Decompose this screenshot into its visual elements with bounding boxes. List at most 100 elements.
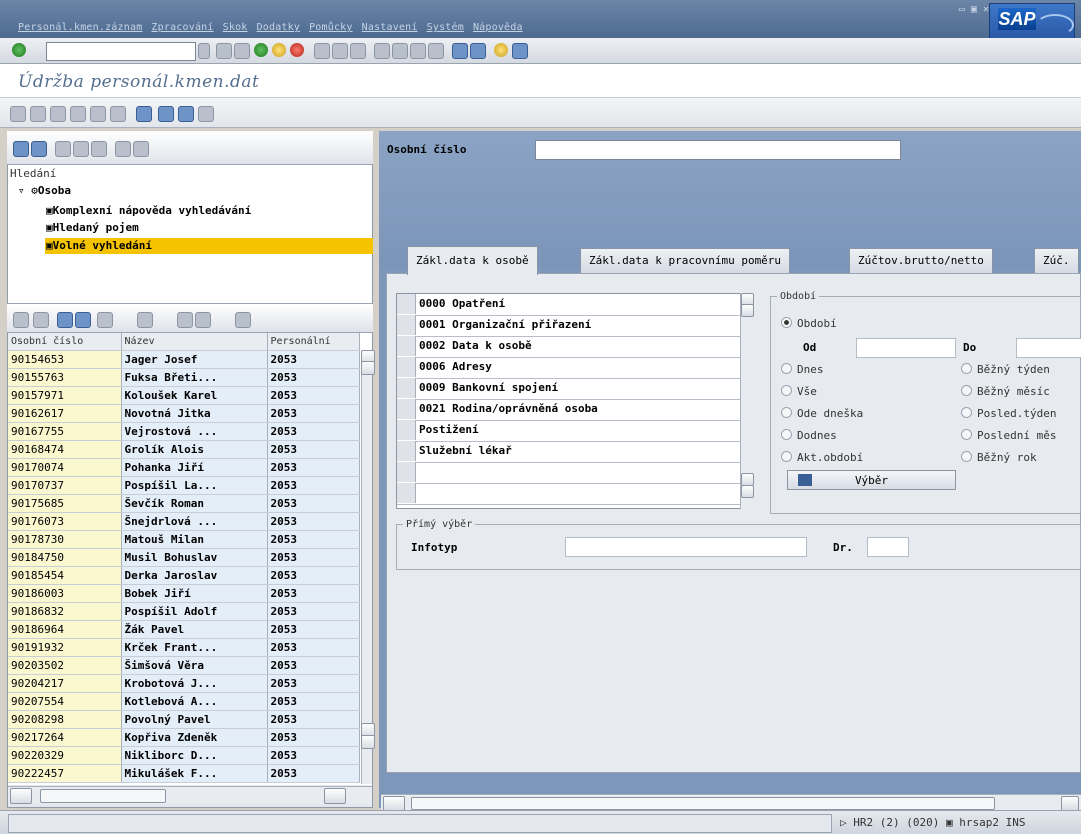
insert-mode[interactable]: INS <box>1006 816 1026 829</box>
cell-personnel-number[interactable]: 90208298 <box>8 710 122 729</box>
radio-right_options-0[interactable]: Běžný týden <box>961 363 1050 376</box>
table-row[interactable]: 90185454 Derka Jaroslav 2053 <box>8 566 360 585</box>
command-field[interactable] <box>46 42 196 61</box>
to-date-input[interactable] <box>1016 338 1081 358</box>
infotype-row[interactable]: 0002 Data k osobě <box>397 336 741 358</box>
tree-item-search-term[interactable]: ▣Hledaný pojem <box>46 220 139 236</box>
cell-personnel-area[interactable]: 2053 <box>267 728 360 747</box>
cell-personnel-area[interactable]: 2053 <box>267 656 360 675</box>
table-horizontal-scrollbar[interactable] <box>8 786 372 804</box>
cell-personnel-number[interactable]: 90154653 <box>8 350 122 369</box>
column-header-personnel-area[interactable]: Personální <box>267 333 360 351</box>
cell-personnel-number[interactable]: 90220329 <box>8 746 122 765</box>
save-icon[interactable] <box>234 43 250 59</box>
scroll-right-icon[interactable] <box>1061 796 1079 811</box>
menu-item-6[interactable]: Systém <box>427 22 464 33</box>
cell-personnel-number[interactable]: 90186832 <box>8 602 122 621</box>
cell-name[interactable]: Povolný Pavel <box>121 710 268 729</box>
cell-personnel-area[interactable]: 2053 <box>267 548 360 567</box>
cell-personnel-number[interactable]: 90176073 <box>8 512 122 531</box>
tree-item-complex-help[interactable]: ▣Komplexní nápověda vyhledávání <box>46 203 251 219</box>
filter-icon[interactable] <box>97 312 113 328</box>
radio-period[interactable]: Období <box>781 317 837 330</box>
cell-name[interactable]: Kopřiva Zdeněk <box>121 728 268 747</box>
infotype-row[interactable]: Služební lékař <box>397 441 741 463</box>
table-row[interactable]: 90154653 Jager Josef 2053 <box>8 350 360 369</box>
list-find-icon[interactable] <box>33 312 49 328</box>
infotype-row[interactable]: 0021 Rodina/oprávněná osoba <box>397 399 741 421</box>
detail-horizontal-scrollbar[interactable] <box>381 794 1081 811</box>
cell-personnel-area[interactable]: 2053 <box>267 440 360 459</box>
row-selector[interactable] <box>397 441 416 461</box>
row-selector[interactable] <box>397 399 416 419</box>
cell-personnel-area[interactable]: 2053 <box>267 404 360 423</box>
expand-icon[interactable] <box>115 141 131 157</box>
row-selector[interactable] <box>397 378 416 398</box>
infotype-row[interactable]: 0006 Adresy <box>397 357 741 379</box>
shortcut-icon[interactable] <box>470 43 486 59</box>
radio-left_options-4[interactable]: Akt.období <box>781 451 863 464</box>
table-row[interactable]: 90217264 Kopřiva Zdeněk 2053 <box>8 728 360 747</box>
cell-name[interactable]: Šnejdrlová ... <box>121 512 268 531</box>
personnel-icon[interactable] <box>158 106 174 122</box>
hide-icon[interactable] <box>91 141 107 157</box>
prev-page-icon[interactable] <box>392 43 408 59</box>
scroll-left-right-icon[interactable] <box>383 796 405 811</box>
find-next-icon[interactable] <box>350 43 366 59</box>
tree-item-free-search[interactable]: ▣Volné vyhledání <box>46 238 152 254</box>
export-icon[interactable] <box>195 312 211 328</box>
cell-name[interactable]: Musil Bohuslav <box>121 548 268 567</box>
cell-name[interactable]: Šimšová Věra <box>121 656 268 675</box>
scroll-down-icon[interactable] <box>361 361 375 375</box>
change-icon[interactable] <box>30 106 46 122</box>
new-session-icon[interactable] <box>452 43 468 59</box>
table-row[interactable]: 90155763 Fuksa Břeti... 2053 <box>8 368 360 387</box>
exit-icon[interactable] <box>272 43 286 57</box>
cell-name[interactable]: Ševčík Roman <box>121 494 268 513</box>
cell-personnel-number[interactable]: 90191932 <box>8 638 122 657</box>
sort-desc-icon[interactable] <box>75 312 91 328</box>
table-row[interactable]: 90184750 Musil Bohuslav 2053 <box>8 548 360 567</box>
window-controls[interactable]: ▭ ▣ ✕ <box>959 4 989 15</box>
scroll-left-right-icon[interactable] <box>10 788 32 804</box>
sum-icon[interactable] <box>137 312 153 328</box>
cell-name[interactable]: Grolík Alois <box>121 440 268 459</box>
table-row[interactable]: 90168474 Grolík Alois 2053 <box>8 440 360 459</box>
radio-left_options-0[interactable]: Dnes <box>781 363 824 376</box>
command-dropdown-icon[interactable] <box>198 43 210 59</box>
delimit-icon[interactable] <box>90 106 106 122</box>
cell-personnel-number[interactable]: 90162617 <box>8 404 122 423</box>
back-nav-icon[interactable] <box>216 43 232 59</box>
cell-name[interactable]: Mikulášek F... <box>121 764 268 783</box>
cell-personnel-area[interactable]: 2053 <box>267 530 360 549</box>
layout-icon[interactable] <box>512 43 528 59</box>
cell-name[interactable]: Bobek Jiří <box>121 584 268 603</box>
scroll-down-icon[interactable] <box>741 485 754 498</box>
row-selector[interactable] <box>397 462 416 482</box>
cell-personnel-area[interactable]: 2053 <box>267 512 360 531</box>
tab-basic-personal-data[interactable]: Zákl.data k osobě <box>407 246 538 275</box>
cell-name[interactable]: Nikliborc D... <box>121 746 268 765</box>
cell-personnel-area[interactable]: 2053 <box>267 494 360 513</box>
cell-personnel-area[interactable]: 2053 <box>267 476 360 495</box>
cell-personnel-area[interactable]: 2053 <box>267 674 360 693</box>
menu-item-3[interactable]: Dodatky <box>257 22 301 33</box>
cell-name[interactable]: Kotlebová A... <box>121 692 268 711</box>
cell-name[interactable]: Pohanka Jiří <box>121 458 268 477</box>
cell-personnel-number[interactable]: 90185454 <box>8 566 122 585</box>
cell-personnel-area[interactable]: 2053 <box>267 746 360 765</box>
cell-personnel-number[interactable]: 90184750 <box>8 548 122 567</box>
table-row[interactable]: 90222457 Mikulášek F... 2053 <box>8 764 360 783</box>
table-row[interactable]: 90220329 Nikliborc D... 2053 <box>8 746 360 765</box>
infotype-row[interactable]: 0009 Bankovní spojení <box>397 378 741 400</box>
row-selector[interactable] <box>397 336 416 356</box>
menu-item-2[interactable]: Skok <box>223 22 248 33</box>
cell-personnel-number[interactable]: 90155763 <box>8 368 122 387</box>
cell-name[interactable]: Koloušek Karel <box>121 386 268 405</box>
selection-button[interactable]: Výběr <box>787 470 956 490</box>
row-selector[interactable] <box>397 483 416 503</box>
table-row[interactable]: 90186964 Žák Pavel 2053 <box>8 620 360 639</box>
radio-left_options-3[interactable]: Dodnes <box>781 429 837 442</box>
table-vertical-scrollbar[interactable] <box>361 350 375 784</box>
table-row[interactable]: 90191932 Krček Frant... 2053 <box>8 638 360 657</box>
